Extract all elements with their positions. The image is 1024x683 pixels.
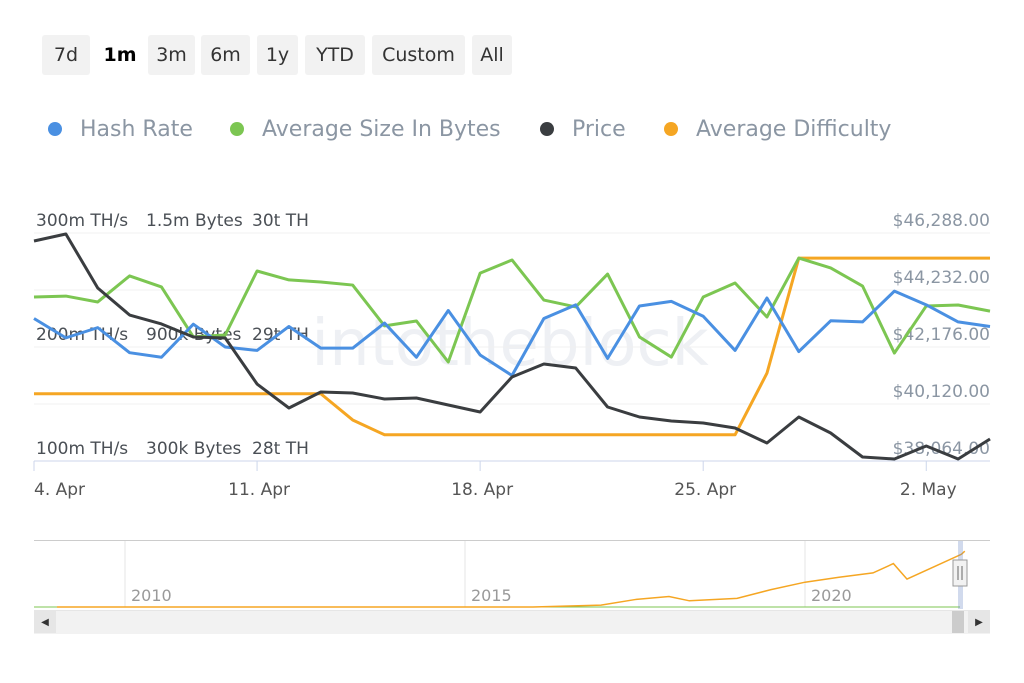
series-line-hash-rate (33, 289, 991, 377)
size-axis-tick: 900k Bytes (146, 325, 242, 345)
navigator-selected-range[interactable] (958, 541, 963, 609)
price-axis-tick: $38,064.00 (893, 439, 990, 459)
navigator-year-label: 2010 (131, 586, 172, 605)
range-button-ytd[interactable]: YTD (305, 35, 365, 75)
x-axis-tick: 25. Apr (674, 480, 736, 500)
series-points (33, 291, 991, 376)
legend-label: Price (572, 116, 626, 142)
hash-axis-tick: 100m TH/s (36, 439, 128, 459)
navigator-top-border (34, 540, 990, 541)
legend-dot-icon (230, 122, 244, 136)
navigator-series (57, 550, 966, 608)
range-button-3m[interactable]: 3m (148, 35, 195, 75)
chart: intotheblock $38,064.00 $40,120.00 $42,176… (33, 211, 991, 609)
price-axis-tick: $40,120.00 (893, 382, 990, 402)
range-button-6m[interactable]: 6m (201, 35, 250, 75)
watermark-logo: intotheblock (311, 307, 708, 381)
legend-dot-icon (664, 122, 678, 136)
size-axis-tick: 1.5m Bytes (146, 211, 243, 231)
scrollbar[interactable]: ◀ ▶ (34, 610, 990, 634)
series-line-average-size-in-bytes (33, 256, 991, 364)
range-button-all[interactable]: All (472, 35, 512, 75)
scroll-left-button[interactable]: ◀ (34, 611, 56, 633)
scroll-right-button[interactable]: ▶ (968, 611, 990, 633)
legend-price[interactable]: Price (540, 114, 626, 144)
x-axis-tick: 2. May (900, 480, 957, 500)
range-button-1y[interactable]: 1y (257, 35, 298, 75)
range-button-custom[interactable]: Custom (372, 35, 465, 75)
x-axis-tick: 11. Apr (228, 480, 290, 500)
price-axis-tick: $42,176.00 (893, 325, 990, 345)
legend-average-difficulty[interactable]: Average Difficulty (664, 114, 891, 144)
navigator-handle[interactable] (952, 559, 968, 587)
difficulty-axis-tick: 29t TH (252, 325, 309, 345)
legend-hash-rate[interactable]: Hash Rate (48, 114, 193, 144)
difficulty-axis-tick: 30t TH (252, 211, 309, 231)
range-button-1m[interactable]: 1m (96, 35, 144, 75)
legend-label: Hash Rate (80, 116, 193, 142)
navigator-year-label: 2020 (811, 586, 852, 605)
series-points (33, 257, 991, 363)
x-axis-tick: 18. Apr (451, 480, 513, 500)
legend-label: Average Size In Bytes (262, 116, 501, 142)
legend-average-size[interactable]: Average Size In Bytes (230, 114, 501, 144)
hash-axis-tick: 200m TH/s (36, 325, 128, 345)
series-line-price (33, 232, 991, 461)
range-button-7d[interactable]: 7d (42, 35, 90, 75)
navigator-year-label: 2015 (471, 586, 512, 605)
size-axis-tick: 300k Bytes (146, 439, 242, 459)
x-axis-tick: 4. Apr (34, 480, 85, 500)
series-points (33, 257, 991, 435)
legend-label: Average Difficulty (696, 116, 892, 142)
series-line-average-difficulty (34, 256, 990, 437)
hash-axis-tick: 300m TH/s (36, 211, 128, 231)
difficulty-axis-tick: 28t TH (252, 439, 309, 459)
price-axis-tick: $46,288.00 (893, 211, 990, 231)
series-points (33, 233, 991, 460)
legend-dot-icon (540, 122, 554, 136)
legend-dot-icon (48, 122, 62, 136)
scrollbar-thumb[interactable] (952, 611, 964, 633)
price-axis-tick: $44,232.00 (893, 268, 990, 288)
